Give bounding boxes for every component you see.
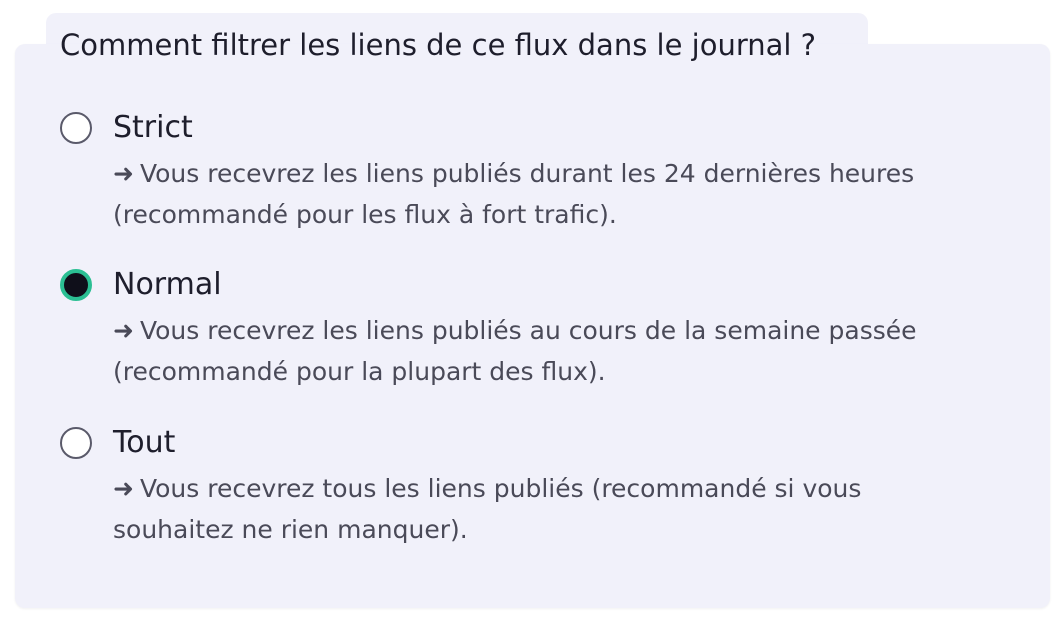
radio-strict[interactable]: [60, 112, 92, 144]
option-tout-label[interactable]: Tout: [113, 424, 175, 462]
option-normal-label[interactable]: Normal: [113, 266, 222, 304]
option-tout-desc-line1: ➜ Vous recevrez tous les liens publiés (r…: [113, 468, 993, 509]
arrow-right-icon: ➜: [113, 316, 134, 345]
option-strict-label[interactable]: Strict: [113, 109, 193, 147]
option-normal-desc-line2: (recommandé pour la plupart des flux).: [113, 357, 606, 386]
arrow-right-icon: ➜: [113, 474, 134, 503]
option-strict-desc-text: Vous recevrez les liens publiés durant l…: [139, 159, 915, 188]
fieldset-legend: Comment filtrer les liens de ce flux dan…: [60, 28, 817, 62]
option-tout-desc-line2: souhaitez ne rien manquer).: [113, 515, 468, 544]
option-strict-description: ➜ Vous recevrez les liens publiés durant …: [113, 153, 993, 235]
arrow-right-icon: ➜: [113, 159, 134, 188]
radio-normal[interactable]: [60, 269, 92, 301]
option-strict-desc-line1: ➜ Vous recevrez les liens publiés durant …: [113, 153, 993, 194]
option-normal-description: ➜ Vous recevrez les liens publiés au cour…: [113, 310, 993, 392]
option-strict-desc-line2: (recommandé pour les flux à fort trafic)…: [113, 200, 617, 229]
option-tout-description: ➜ Vous recevrez tous les liens publiés (r…: [113, 468, 993, 550]
option-normal-desc-text: Vous recevrez les liens publiés au cours…: [139, 316, 917, 345]
option-normal-desc-line1: ➜ Vous recevrez les liens publiés au cour…: [113, 310, 993, 351]
option-tout-desc-text: Vous recevrez tous les liens publiés (re…: [139, 474, 862, 503]
radio-tout[interactable]: [60, 427, 92, 459]
